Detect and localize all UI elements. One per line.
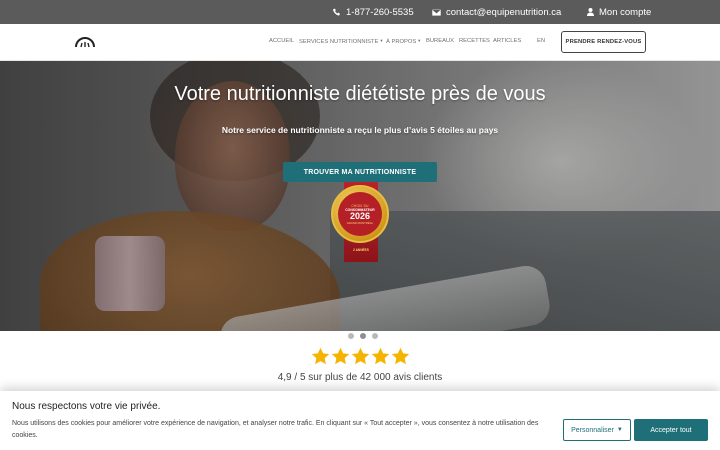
top-bar: 1-877-260-5535 contact@equipenutrition.c… bbox=[0, 0, 720, 24]
customize-label: Personnaliser bbox=[571, 426, 614, 434]
badge-year: 2026 bbox=[349, 210, 371, 221]
badge-medal: CHOIX DU CONSOMMATEUR 2026 GRAND MONTRÉA… bbox=[331, 185, 389, 243]
book-appointment-button[interactable]: PRENDRE RENDEZ-VOUS bbox=[561, 31, 646, 53]
slider-dot[interactable] bbox=[360, 333, 366, 339]
cookie-banner: Nous respectons votre vie privée. Nous u… bbox=[0, 391, 720, 450]
consumer-choice-badge: CHOIX DU CONSOMMATEUR 2026 GRAND MONTRÉA… bbox=[331, 182, 391, 264]
nav-item-services[interactable]: SERVICES NUTRITIONNISTE▼ bbox=[299, 38, 383, 45]
nav-item-articles[interactable]: ARTICLES bbox=[493, 38, 521, 44]
star-icon bbox=[351, 347, 370, 365]
star-icon bbox=[311, 347, 330, 365]
logo-icon[interactable] bbox=[74, 33, 96, 49]
nav-item-accueil[interactable]: ACCUEIL bbox=[269, 38, 294, 44]
accept-all-button[interactable]: Accepter tout bbox=[634, 419, 708, 441]
email-link[interactable]: contact@equipenutrition.ca bbox=[432, 0, 561, 24]
main-nav: ACCUEIL SERVICES NUTRITIONNISTE▼ À PROPO… bbox=[0, 24, 720, 61]
customize-button[interactable]: Personnaliser ▼ bbox=[563, 419, 631, 441]
find-nutritionist-button[interactable]: TROUVER MA NUTRITIONNISTE bbox=[283, 162, 437, 182]
hero-subtitle: Notre service de nutritionniste a reçu l… bbox=[221, 125, 499, 135]
caret-down-icon: ▼ bbox=[616, 427, 623, 433]
star-icon bbox=[331, 347, 350, 365]
slider-dots bbox=[348, 333, 378, 339]
slider-dot[interactable] bbox=[348, 333, 354, 339]
slider-dot[interactable] bbox=[372, 333, 378, 339]
email-address: contact@equipenutrition.ca bbox=[446, 6, 562, 18]
star-icon bbox=[371, 347, 390, 365]
badge-tag: 2 ANNÉES bbox=[353, 248, 369, 252]
phone-icon bbox=[333, 8, 340, 16]
badge-inner: CHOIX DU CONSOMMATEUR 2026 GRAND MONTRÉA… bbox=[338, 192, 382, 236]
badge-region: GRAND MONTRÉAL bbox=[346, 220, 374, 225]
phone-number: 1-877-260-5535 bbox=[346, 6, 414, 18]
user-icon bbox=[587, 8, 594, 16]
rating-summary: 4,9 / 5 sur plus de 42 000 avis clients bbox=[277, 372, 443, 383]
cookie-text: Nous utilisons des cookies pour améliore… bbox=[12, 420, 539, 439]
nav-item-recettes[interactable]: RECETTES bbox=[459, 38, 490, 44]
language-switch[interactable]: EN bbox=[537, 38, 545, 44]
star-icon bbox=[391, 347, 410, 365]
account-link[interactable]: Mon compte bbox=[587, 0, 651, 24]
chevron-down-icon: ▼ bbox=[417, 38, 422, 43]
hero-title: Votre nutritionniste diététiste près de … bbox=[174, 83, 546, 105]
nav-item-a-propos[interactable]: À PROPOS▼ bbox=[386, 38, 421, 45]
chevron-down-icon: ▼ bbox=[379, 38, 384, 43]
envelope-icon bbox=[432, 8, 441, 16]
hero-banner: Votre nutritionniste diététiste près de … bbox=[0, 61, 720, 331]
rating-stars bbox=[311, 347, 410, 366]
account-label: Mon compte bbox=[599, 6, 652, 18]
nav-item-bureaux[interactable]: BUREAUX bbox=[426, 38, 454, 44]
cookie-title: Nous respectons votre vie privée. bbox=[12, 401, 161, 412]
phone-link[interactable]: 1-877-260-5535 bbox=[333, 0, 414, 24]
